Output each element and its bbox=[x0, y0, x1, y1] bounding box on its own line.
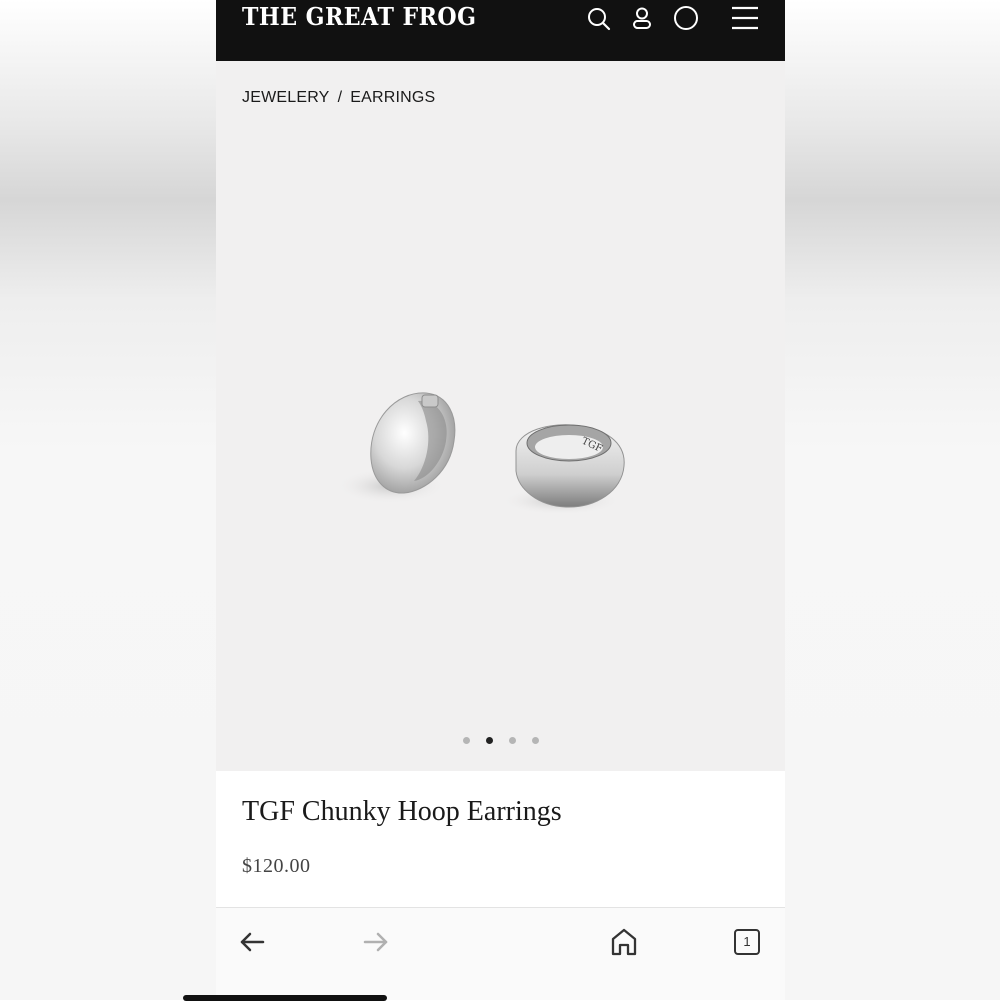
tabs-button[interactable]: 1 bbox=[729, 924, 765, 960]
menu-button[interactable] bbox=[730, 4, 760, 34]
browser-toolbar: 1 bbox=[216, 907, 785, 1000]
breadcrumb: JEWELERY / EARRINGS bbox=[242, 89, 435, 107]
cart-button[interactable] bbox=[671, 4, 701, 34]
search-button[interactable] bbox=[584, 4, 614, 34]
phone-screen: THE GREAT FROG JEWELERY / EARRINGS TGF T… bbox=[216, 0, 785, 1000]
product-price: $120.00 bbox=[242, 855, 311, 877]
product-title: TGF Chunky Hoop Earrings bbox=[242, 796, 562, 827]
forward-arrow-icon bbox=[363, 932, 388, 952]
breadcrumb-jewelery[interactable]: JEWELERY bbox=[242, 89, 330, 106]
account-icon bbox=[633, 7, 651, 29]
site-logo[interactable]: THE GREAT FROG bbox=[242, 2, 476, 31]
product-gallery[interactable]: JEWELERY / EARRINGS TGF bbox=[216, 61, 785, 771]
home-button[interactable] bbox=[606, 924, 642, 960]
tab-count: 1 bbox=[743, 934, 751, 949]
back-button[interactable] bbox=[234, 924, 270, 960]
cart-icon bbox=[674, 6, 698, 30]
breadcrumb-separator: / bbox=[337, 89, 343, 106]
search-icon bbox=[588, 8, 611, 31]
forward-button[interactable] bbox=[358, 924, 394, 960]
site-header: THE GREAT FROG bbox=[216, 0, 785, 61]
menu-icon bbox=[732, 6, 758, 30]
gallery-pagination bbox=[216, 731, 785, 749]
product-image: TGF bbox=[336, 392, 625, 515]
back-arrow-icon bbox=[240, 932, 265, 952]
gallery-dot-active[interactable] bbox=[485, 737, 493, 744]
home-icon bbox=[611, 928, 637, 956]
account-button[interactable] bbox=[627, 4, 657, 34]
breadcrumb-earrings[interactable]: EARRINGS bbox=[350, 89, 435, 106]
gallery-dot[interactable] bbox=[462, 737, 470, 744]
home-indicator[interactable] bbox=[183, 995, 387, 1001]
gallery-dot[interactable] bbox=[508, 737, 516, 744]
gallery-dot[interactable] bbox=[531, 737, 539, 744]
